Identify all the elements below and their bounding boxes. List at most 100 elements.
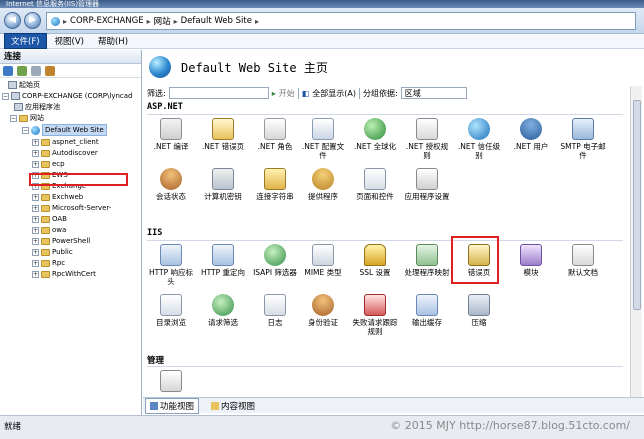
feature-directory-browsing[interactable]: 目录浏览: [147, 294, 195, 327]
back-button[interactable]: ◀: [4, 12, 21, 29]
feature-http-redirect[interactable]: HTTP 重定向: [199, 244, 247, 277]
expand-icon[interactable]: +: [32, 270, 39, 278]
roles-icon: [264, 118, 286, 140]
tree-default-web-site[interactable]: − Default Web Site: [22, 124, 107, 136]
highlight-box-error-pages: [451, 236, 499, 284]
collapse-icon[interactable]: −: [10, 114, 17, 122]
tab-content-view[interactable]: 内容视图: [207, 399, 259, 413]
tree-start-page[interactable]: 起始页: [8, 80, 40, 90]
tree-app-pools[interactable]: 应用程序池: [14, 102, 60, 112]
trust-icon: [468, 118, 490, 140]
folder-icon: [41, 215, 50, 223]
feature-handler-mappings[interactable]: 处理程序映射: [403, 244, 451, 277]
filter-input[interactable]: [168, 87, 269, 99]
feature-net-error-pages[interactable]: .NET 错误页: [199, 118, 247, 151]
feature-net-roles[interactable]: .NET 角色: [251, 118, 299, 151]
collapse-icon[interactable]: −: [22, 126, 29, 134]
feature-configuration-editor[interactable]: [147, 370, 195, 394]
feature-compression[interactable]: 压缩: [455, 294, 503, 327]
feature-pages-controls[interactable]: 页面和控件: [351, 168, 399, 201]
expand-icon[interactable]: +: [32, 226, 39, 234]
feature-net-trust-levels[interactable]: .NET 信任级别: [455, 118, 503, 160]
tree-item[interactable]: + RpcWithCert: [32, 269, 96, 279]
breadcrumb-sites[interactable]: 网站: [154, 15, 171, 27]
scrollbar[interactable]: [630, 86, 642, 397]
tree-item[interactable]: + aspnet_client: [32, 137, 99, 147]
expand-icon[interactable]: +: [32, 193, 39, 201]
go-icon[interactable]: ▸: [272, 89, 276, 98]
connections-toolbar: [0, 64, 141, 78]
expand-icon[interactable]: +: [32, 138, 39, 146]
save-icon[interactable]: [17, 65, 27, 76]
feature-request-filtering[interactable]: 请求筛选: [199, 294, 247, 327]
feature-net-profile[interactable]: .NET 配置文件: [299, 118, 347, 160]
handler-icon: [416, 244, 438, 266]
feature-net-globalization[interactable]: .NET 全球化: [351, 118, 399, 151]
folder-icon: [41, 204, 50, 212]
breadcrumb[interactable]: ▸ CORP-EXCHANGE ▸ 网站 ▸ Default Web Site …: [46, 12, 636, 30]
tree-server[interactable]: − CORP-EXCHANGE (CORP\lyncad: [2, 91, 133, 101]
tab-features-view[interactable]: 功能视图: [145, 397, 200, 414]
feature-default-document[interactable]: 默认文档: [559, 244, 607, 277]
features-view: ASP.NET .NET 编译 .NET 错误页 .NET 角色 .NET 配置…: [147, 102, 627, 397]
forward-button[interactable]: ▶: [24, 12, 41, 29]
scrollbar-thumb[interactable]: [633, 100, 641, 310]
expand-icon[interactable]: +: [32, 237, 39, 245]
feature-providers[interactable]: 提供程序: [299, 168, 347, 201]
expand-icon[interactable]: +: [32, 259, 39, 267]
feature-net-compilation[interactable]: .NET 编译: [147, 118, 195, 151]
config-editor-icon: [160, 370, 182, 392]
expand-icon[interactable]: +: [32, 215, 39, 223]
tree-sites[interactable]: − 网站: [10, 113, 44, 123]
feature-modules[interactable]: 模块: [507, 244, 555, 277]
feature-connection-strings[interactable]: 连接字符串: [251, 168, 299, 201]
tree-item[interactable]: + Microsoft-Server-: [32, 203, 111, 213]
feature-session-state[interactable]: 会话状态: [147, 168, 195, 201]
breadcrumb-site[interactable]: Default Web Site: [181, 16, 252, 26]
folder-icon: [41, 160, 50, 168]
tree-item[interactable]: + owa: [32, 225, 66, 235]
disconnect-icon[interactable]: [45, 65, 55, 76]
breadcrumb-server[interactable]: CORP-EXCHANGE: [70, 16, 144, 26]
feature-net-users[interactable]: .NET 用户: [507, 118, 555, 151]
collapse-icon[interactable]: −: [2, 92, 9, 100]
feature-http-response-headers[interactable]: HTTP 响应标头: [147, 244, 195, 286]
start-button[interactable]: 开始: [279, 88, 295, 99]
feature-net-authorization[interactable]: .NET 授权规则: [403, 118, 451, 160]
menu-help[interactable]: 帮助(H): [92, 34, 134, 48]
machine-key-icon: [212, 168, 234, 190]
group-by-label: 分组依据:: [363, 88, 398, 98]
menu-file[interactable]: 文件(F): [4, 33, 47, 49]
show-all-button[interactable]: 全部显示(A): [312, 88, 356, 99]
providers-icon: [312, 168, 334, 190]
menu-view[interactable]: 视图(V): [49, 34, 90, 48]
connect-icon[interactable]: [3, 65, 13, 76]
feature-failed-request-tracing[interactable]: 失败请求跟踪规则: [351, 294, 399, 336]
group-by-select[interactable]: 区域: [400, 87, 467, 99]
feature-machine-key[interactable]: 计算机密钥: [199, 168, 247, 201]
expand-icon[interactable]: +: [32, 149, 39, 157]
tree-item[interactable]: + Rpc: [32, 258, 65, 268]
tree-item[interactable]: + PowerShell: [32, 236, 90, 246]
feature-output-caching[interactable]: 输出缓存: [403, 294, 451, 327]
feature-app-settings[interactable]: 应用程序设置: [403, 168, 451, 201]
tree-item[interactable]: + OAB: [32, 214, 67, 224]
feature-isapi-filters[interactable]: ISAPI 筛选器: [251, 244, 299, 277]
expand-icon[interactable]: +: [32, 160, 39, 168]
feature-authentication[interactable]: 身份验证: [299, 294, 347, 327]
highlight-box-site: [29, 173, 128, 186]
tree-item[interactable]: + ecp: [32, 159, 65, 169]
user-icon: [520, 118, 542, 140]
tree-item[interactable]: + Exchweb: [32, 192, 83, 202]
up-icon[interactable]: [31, 65, 41, 76]
expand-icon[interactable]: +: [32, 248, 39, 256]
tree-item[interactable]: + Public: [32, 247, 73, 257]
feature-smtp-email[interactable]: SMTP 电子邮件: [559, 118, 607, 160]
feature-mime-types[interactable]: MIME 类型: [299, 244, 347, 277]
expand-icon[interactable]: +: [32, 204, 39, 212]
tracing-icon: [364, 294, 386, 316]
tree-item[interactable]: + Autodiscover: [32, 148, 98, 158]
headers-icon: [160, 244, 182, 266]
feature-logging[interactable]: 日志: [251, 294, 299, 327]
feature-ssl-settings[interactable]: SSL 设置: [351, 244, 399, 277]
